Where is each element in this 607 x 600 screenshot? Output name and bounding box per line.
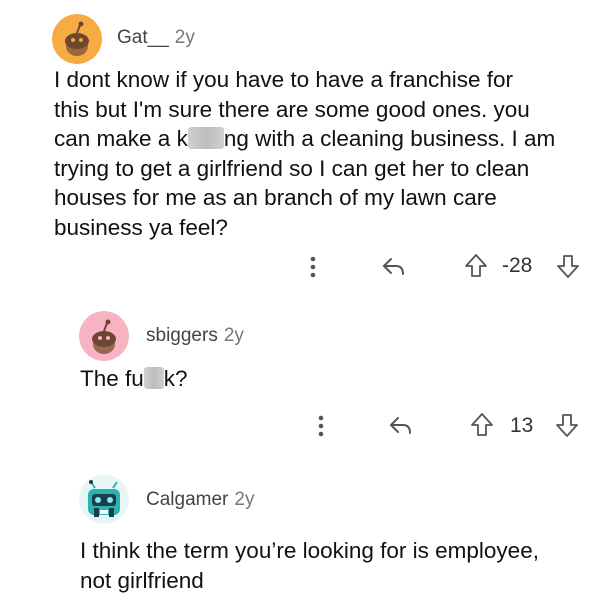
- downvote-arrow-icon: [556, 414, 578, 437]
- upvote-button[interactable]: [462, 252, 490, 280]
- downvote-arrow-icon: [557, 255, 579, 278]
- comment-meta: sbiggers 2y: [146, 325, 244, 347]
- user-avatar[interactable]: [79, 474, 129, 524]
- comment-gat: Gat__ 2y I dont know if you have to have …: [0, 0, 607, 290]
- username[interactable]: sbiggers: [146, 325, 218, 346]
- more-options-button[interactable]: [304, 254, 322, 280]
- comment-line: this but I'm sure there are some good on…: [54, 96, 530, 122]
- comment-line: I dont know if you have to have a franch…: [54, 67, 514, 92]
- comment-body: I think the term you’re looking for is e…: [80, 536, 600, 595]
- comment-line: not girlfriend: [80, 567, 204, 593]
- more-vertical-icon: [310, 256, 316, 278]
- comment-line: can make a k: [54, 126, 188, 151]
- censored-blur: [143, 367, 164, 389]
- reply-arrow-icon: [390, 417, 411, 434]
- comment-line: ng with a cleaning business. I am: [223, 126, 556, 151]
- more-options-button[interactable]: [312, 413, 330, 439]
- upvote-button[interactable]: [468, 411, 496, 439]
- reply-arrow-icon: [383, 258, 404, 275]
- upvote-arrow-icon: [465, 254, 487, 277]
- comment-line: k?: [163, 366, 188, 391]
- upvote-arrow-icon: [471, 413, 493, 436]
- comment-body: I dont know if you have to have a franch…: [54, 65, 594, 242]
- snoo-avatar-icon: [79, 311, 129, 361]
- comment-line: houses for me as an branch of my lawn ca…: [54, 185, 497, 210]
- user-avatar[interactable]: [52, 14, 102, 64]
- comment-meta: Gat__ 2y: [117, 27, 195, 49]
- reply-button[interactable]: [386, 412, 416, 440]
- comment-line: trying to get a girlfriend so I can get …: [54, 155, 530, 181]
- vote-score: -28: [502, 254, 533, 277]
- more-vertical-icon: [318, 415, 324, 437]
- username[interactable]: Gat__: [117, 27, 169, 48]
- comment-line: business ya feel?: [54, 214, 228, 240]
- reply-button[interactable]: [379, 253, 409, 281]
- username[interactable]: Calgamer: [146, 489, 228, 510]
- comment-age: 2y: [223, 325, 244, 346]
- downvote-button[interactable]: [553, 411, 581, 439]
- censored-blur: [187, 127, 224, 149]
- user-avatar[interactable]: [79, 311, 129, 361]
- vote-score: 13: [510, 414, 534, 437]
- comment-meta: Calgamer 2y: [146, 489, 254, 511]
- comment-line: I think the term you’re looking for is e…: [80, 538, 539, 563]
- comment-age: 2y: [234, 489, 255, 510]
- comment-age: 2y: [174, 27, 195, 48]
- comment-body: The fu k?: [80, 364, 580, 394]
- snoo-avatar-icon: [52, 14, 102, 64]
- downvote-button[interactable]: [554, 252, 582, 280]
- comment-line: The fu: [80, 366, 144, 391]
- robot-avatar-icon: [79, 474, 129, 524]
